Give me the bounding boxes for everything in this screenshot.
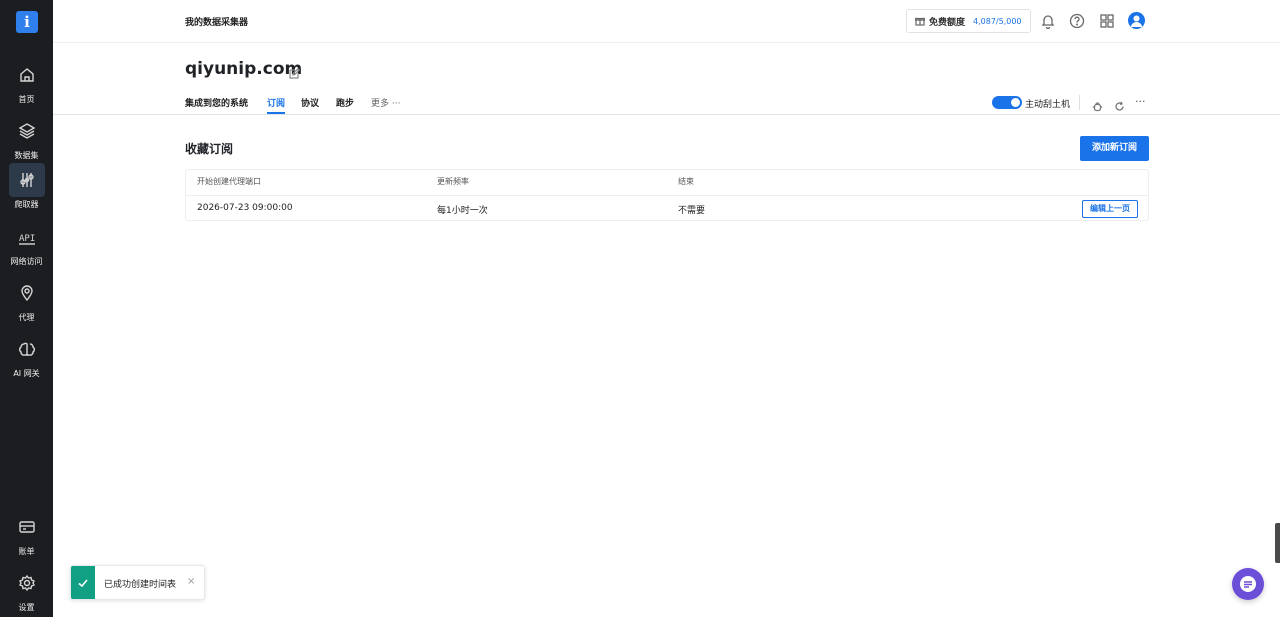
check-icon <box>78 579 88 588</box>
edit-icon[interactable] <box>289 64 301 79</box>
home-icon <box>18 66 36 84</box>
bug-icon[interactable] <box>1092 97 1103 112</box>
tabs-divider <box>53 114 1280 115</box>
page-title: qiyunip.com <box>185 59 303 79</box>
tab-more[interactable]: 更多 ··· <box>371 96 400 114</box>
svg-text:API: API <box>19 234 35 244</box>
section-title: 收藏订阅 <box>185 142 234 156</box>
tab-protocol[interactable]: 协议 <box>301 96 319 114</box>
apps-grid-icon[interactable] <box>1099 13 1115 29</box>
success-toast: 已成功创建时间表 × <box>70 565 205 600</box>
app-title: 我的数据采集器 <box>185 18 249 28</box>
quota-value: 4,087/5,000 <box>973 16 1022 26</box>
active-scraper-toggle[interactable] <box>992 96 1022 109</box>
cell-frequency: 每1小时一次 <box>437 206 488 216</box>
cell-end: 不需要 <box>678 206 706 216</box>
chat-icon <box>1240 576 1256 592</box>
sidebar-item-label: 数据集 <box>14 151 39 160</box>
sidebar-item-home[interactable]: 首页 <box>0 58 53 106</box>
tab-runs[interactable]: 跑步 <box>336 96 354 114</box>
toggle-label: 主动刮土机 <box>1025 100 1071 110</box>
refresh-icon[interactable] <box>1114 97 1125 111</box>
brain-icon <box>18 340 36 358</box>
sidebar-item-scrapers[interactable]: 爬取器 <box>0 163 53 211</box>
toast-status-bar <box>71 566 95 599</box>
top-header: 我的数据采集器 免费额度 4,087/5,000 <box>53 0 1280 43</box>
bell-icon[interactable] <box>1040 13 1056 30</box>
toolbar-divider <box>1079 95 1080 110</box>
column-header-end: 结束 <box>678 177 694 186</box>
sidebar-item-billing[interactable]: 账单 <box>0 510 53 558</box>
help-icon[interactable] <box>1069 13 1085 29</box>
api-icon: API <box>18 228 36 246</box>
sidebar-item-label: 代理 <box>18 313 35 322</box>
column-header-start: 开始创建代理端口 <box>197 177 261 186</box>
edit-row-button[interactable]: 编辑上一页 <box>1082 200 1138 218</box>
sidebar-item-proxy[interactable]: 代理 <box>0 276 53 324</box>
sidebar-item-settings[interactable]: 设置 <box>0 566 53 614</box>
layers-icon <box>18 122 36 140</box>
table-row: 2026-07-23 09:00:00 每1小时一次 不需要 编辑上一页 <box>186 195 1148 221</box>
sidebar-item-ai-gateway[interactable]: AI 网关 <box>0 332 53 380</box>
location-pin-icon <box>18 284 36 302</box>
column-header-frequency: 更新频率 <box>437 177 469 186</box>
subscription-table: 开始创建代理端口 更新频率 结束 2026-07-23 09:00:00 每1小… <box>185 169 1149 221</box>
sidebar-item-label: 爬取器 <box>14 200 39 209</box>
sidebar-item-label: 账单 <box>18 547 35 556</box>
sidebar-item-label: 网络访问 <box>10 257 43 266</box>
card-icon <box>18 518 36 536</box>
sidebar-item-label: 设置 <box>18 603 35 612</box>
more-options-icon[interactable]: ··· <box>1135 95 1146 108</box>
sliders-icon <box>18 171 36 189</box>
sidebar-item-web-access[interactable]: API 网络访问 <box>0 220 53 268</box>
toast-message: 已成功创建时间表 <box>104 580 177 590</box>
user-avatar-icon[interactable] <box>1128 12 1145 29</box>
quota-label: 免费额度 <box>929 17 966 28</box>
sidebar-item-datasets[interactable]: 数据集 <box>0 114 53 162</box>
side-feedback-tab[interactable] <box>1275 523 1280 563</box>
chat-support-button[interactable] <box>1232 568 1264 600</box>
close-icon[interactable]: × <box>187 576 195 587</box>
gift-icon <box>914 16 926 26</box>
sidebar-item-label: 首页 <box>18 95 35 104</box>
free-quota-badge[interactable]: 免费额度 4,087/5,000 <box>906 9 1031 33</box>
gear-icon <box>18 574 36 592</box>
add-subscription-button[interactable]: 添加新订阅 <box>1080 136 1149 161</box>
tab-integrate[interactable]: 集成到您的系统 <box>185 96 248 114</box>
tab-subscription[interactable]: 订阅 <box>267 96 286 114</box>
cell-start: 2026-07-23 09:00:00 <box>197 203 293 213</box>
sidebar: i 首页 数据集 爬取器 API 网络访问 代理 AI 网关 账单 设置 <box>0 0 53 617</box>
sidebar-item-label: AI 网关 <box>13 369 40 378</box>
app-logo[interactable]: i <box>16 11 38 33</box>
